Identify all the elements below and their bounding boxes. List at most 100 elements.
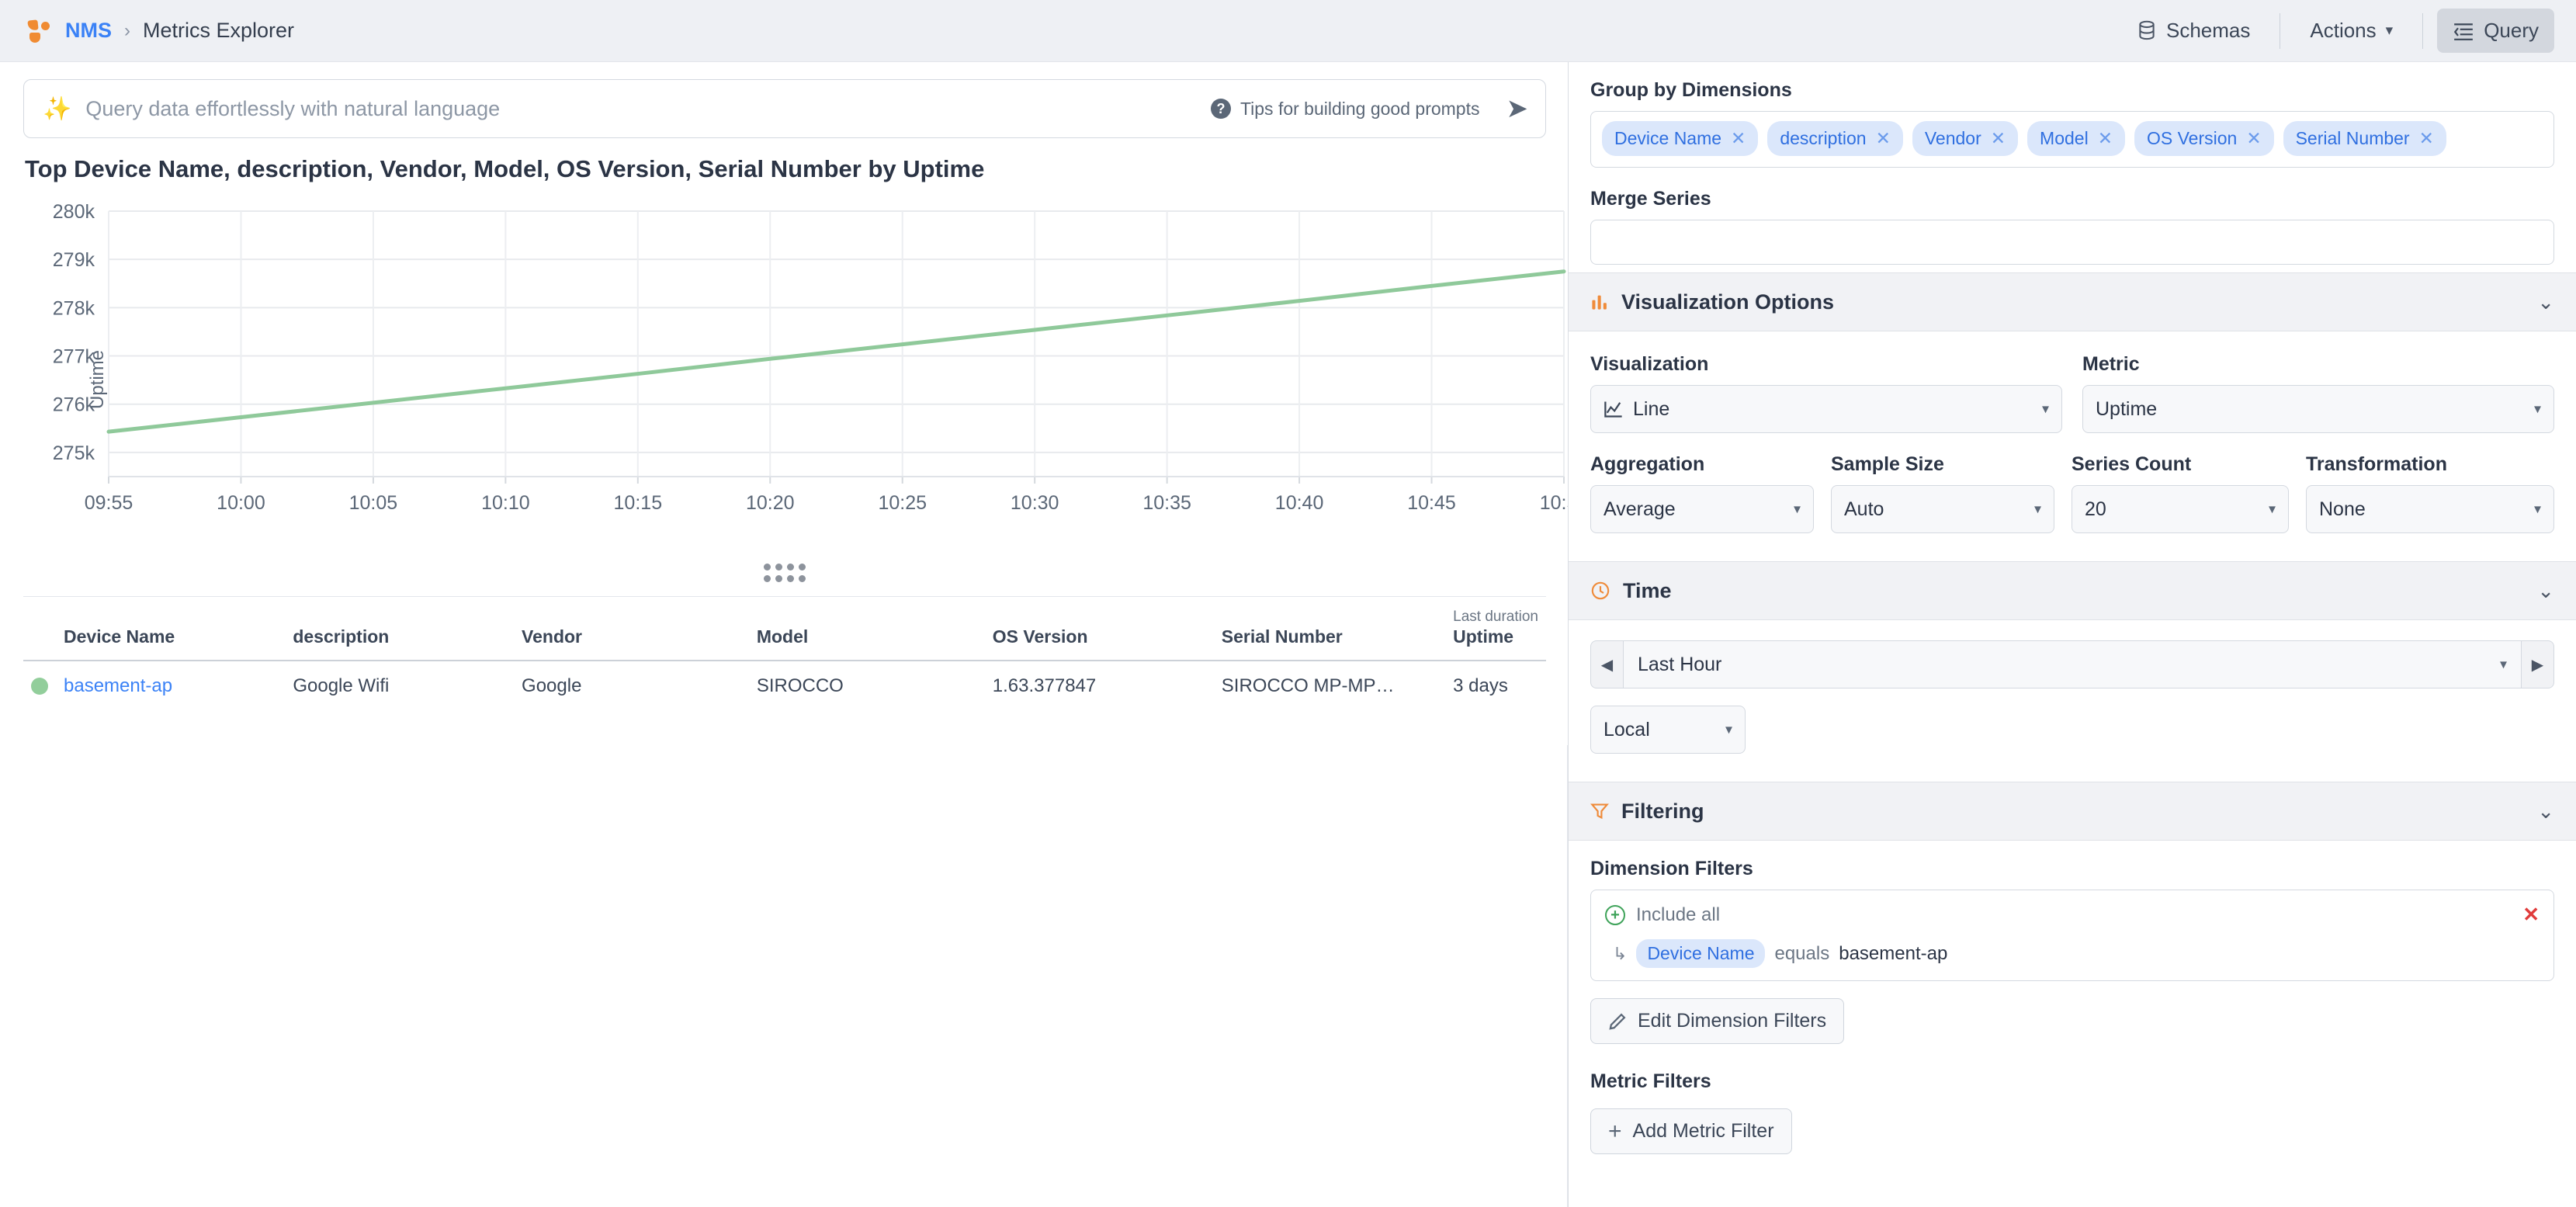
device-name-link[interactable]: basement-ap (64, 675, 172, 696)
chevron-down-icon: ▾ (1725, 722, 1732, 738)
aggregation-field: Aggregation Average ▾ (1590, 453, 1814, 533)
sample-size-select[interactable]: Auto ▾ (1831, 485, 2054, 533)
sample-size-field: Sample Size Auto ▾ (1831, 453, 2054, 533)
submit-query-icon[interactable]: ➤ (1506, 95, 1529, 122)
remove-chip-icon[interactable]: ✕ (1991, 128, 2006, 149)
chart-x-tick-label: 10:25 (878, 492, 927, 514)
top-bar-actions: Schemas Actions ▾ Query (2121, 0, 2554, 61)
tips-link[interactable]: ? Tips for building good prompts (1211, 99, 1480, 120)
chart-x-tick-label: 10:05 (349, 492, 398, 514)
series-count-select[interactable]: 20 ▾ (2072, 485, 2289, 533)
breadcrumb-current: Metrics Explorer (143, 19, 294, 43)
resize-handle[interactable] (23, 564, 1546, 582)
time-next-button[interactable]: ▶ (2522, 640, 2554, 688)
group-by-chip-label: OS Version (2147, 128, 2237, 149)
add-metric-filter-label: Add Metric Filter (1633, 1120, 1774, 1143)
remove-chip-icon[interactable]: ✕ (2246, 128, 2261, 149)
timezone-select[interactable]: Local ▾ (1590, 706, 1746, 754)
chevron-down-icon: ⌄ (2537, 290, 2554, 314)
plus-circle-icon: + (1605, 905, 1625, 925)
bar-chart-icon (1590, 293, 1609, 311)
nl-query-input[interactable] (85, 97, 1211, 121)
th-uptime-label: Uptime (1453, 626, 1513, 647)
pencil-icon (1608, 1012, 1627, 1031)
serial-number-text: SIROCCO MP-MP1-SA... (1222, 675, 1400, 697)
th-description-label: description (293, 626, 389, 647)
group-by-chip[interactable]: OS Version ✕ (2134, 121, 2274, 156)
visualization-value: Line (1633, 398, 1669, 421)
time-range-row: ◀ Last Hour ▾ ▶ (1590, 640, 2554, 688)
time-section-header[interactable]: Time ⌄ (1569, 561, 2576, 620)
filter-value: basement-ap (1839, 943, 1947, 965)
visualization-label: Visualization (1590, 353, 2062, 376)
sparkle-icon: ✨ (43, 95, 71, 123)
cell-vendor: Google (514, 661, 749, 711)
breadcrumb-root-link[interactable]: NMS (65, 19, 112, 43)
chevron-down-icon: ▾ (2500, 657, 2507, 673)
time-range-select[interactable]: Last Hour ▾ (1623, 640, 2522, 688)
time-previous-button[interactable]: ◀ (1590, 640, 1623, 688)
visualization-select[interactable]: Line ▾ (1590, 385, 2062, 433)
filter-icon (1590, 802, 1609, 820)
chart-x-tick-label: 10:35 (1142, 492, 1191, 514)
filtering-section-header[interactable]: Filtering ⌄ (1569, 782, 2576, 841)
uptime-line-chart[interactable]: 280k279k278k277k276k275k09:5510:0010:051… (23, 197, 1568, 546)
chevron-down-icon: ▾ (2269, 501, 2276, 518)
chevron-down-icon: ▾ (2034, 501, 2041, 518)
group-by-chip[interactable]: Model✕ (2027, 121, 2125, 156)
cell-uptime: 3 days (1445, 661, 1546, 711)
actions-menu-button[interactable]: Actions ▾ (2294, 9, 2408, 53)
plus-icon: + (1608, 1122, 1622, 1141)
filtering-body: Dimension Filters + Include all ✕ ↳ Devi… (1569, 841, 2576, 1162)
visualization-options-section-header[interactable]: Visualization Options ⌄ (1569, 272, 2576, 331)
th-vendor[interactable]: Vendor (514, 597, 749, 661)
filter-dimension-chip[interactable]: Device Name (1636, 939, 1765, 968)
add-metric-filter-button[interactable]: + Add Metric Filter (1590, 1108, 1792, 1154)
query-panel-toggle-button[interactable]: Query (2437, 9, 2554, 53)
query-panel: Group by Dimensions Device Name✕descript… (1568, 62, 2576, 1207)
chart-series-line[interactable] (109, 272, 1564, 432)
remove-chip-icon[interactable]: ✕ (1731, 128, 1746, 149)
th-device-name[interactable]: Device Name (56, 597, 285, 661)
main-body: ✨ ? Tips for building good prompts ➤ Top… (0, 62, 2576, 1207)
group-by-chip[interactable]: description✕ (1767, 121, 1903, 156)
remove-chip-icon[interactable]: ✕ (2098, 128, 2113, 149)
th-uptime[interactable]: Last duration Uptime (1445, 597, 1546, 661)
branch-arrow-icon: ↳ (1613, 944, 1627, 964)
chart-y-axis-label: Uptime (87, 350, 109, 409)
group-by-chip[interactable]: Serial Number ✕ (2283, 121, 2446, 156)
time-section-title: Time (1623, 579, 1672, 603)
th-serial-number[interactable]: Serial Number (1214, 597, 1445, 661)
dimension-filter-row: ↳ Device Name equals basement-ap (1605, 939, 2540, 968)
chart-x-tick-label: 10:45 (1407, 492, 1456, 514)
th-model[interactable]: Model (749, 597, 985, 661)
visualization-options-body: Visualization Line ▾ Metric (1569, 331, 2576, 541)
group-by-chip-label: Serial Number (2296, 128, 2410, 149)
group-by-chip-label: Vendor (1925, 128, 1981, 149)
tips-label: Tips for building good prompts (1240, 99, 1480, 120)
remove-chip-icon[interactable]: ✕ (1876, 128, 1891, 149)
clock-icon (1590, 581, 1610, 601)
schemas-button[interactable]: Schemas (2121, 9, 2266, 53)
transformation-select[interactable]: None ▾ (2306, 485, 2554, 533)
group-by-chip-container[interactable]: Device Name✕description✕Vendor✕Model✕OS … (1590, 111, 2554, 168)
metric-select[interactable]: Uptime ▾ (2082, 385, 2554, 433)
th-os-version[interactable]: OS Version (985, 597, 1214, 661)
edit-dimension-filters-button[interactable]: Edit Dimension Filters (1590, 998, 1844, 1044)
group-by-chip[interactable]: Device Name✕ (1602, 121, 1758, 156)
th-description[interactable]: description (285, 597, 514, 661)
results-table: Device Name description Vendor (23, 597, 1546, 711)
remove-filter-group-button[interactable]: ✕ (2522, 903, 2540, 927)
aggregation-select[interactable]: Average ▾ (1590, 485, 1814, 533)
th-model-label: Model (757, 626, 808, 647)
remove-chip-icon[interactable]: ✕ (2419, 128, 2434, 149)
group-by-chip[interactable]: Vendor ✕ (1912, 121, 2018, 156)
table-row[interactable]: basement-ap Google Wifi Google SIROCCO 1… (23, 661, 1546, 711)
chart-x-tick-label: 10:30 (1011, 492, 1059, 514)
th-vendor-label: Vendor (522, 626, 582, 647)
table-header-row: Device Name description Vendor (23, 597, 1546, 661)
time-range-value: Last Hour (1638, 654, 1721, 676)
merge-series-input[interactable] (1590, 220, 2554, 265)
cell-serial-number: SIROCCO MP-MP1-SA... (1214, 661, 1445, 711)
chevron-down-icon: ⌄ (2537, 579, 2554, 603)
